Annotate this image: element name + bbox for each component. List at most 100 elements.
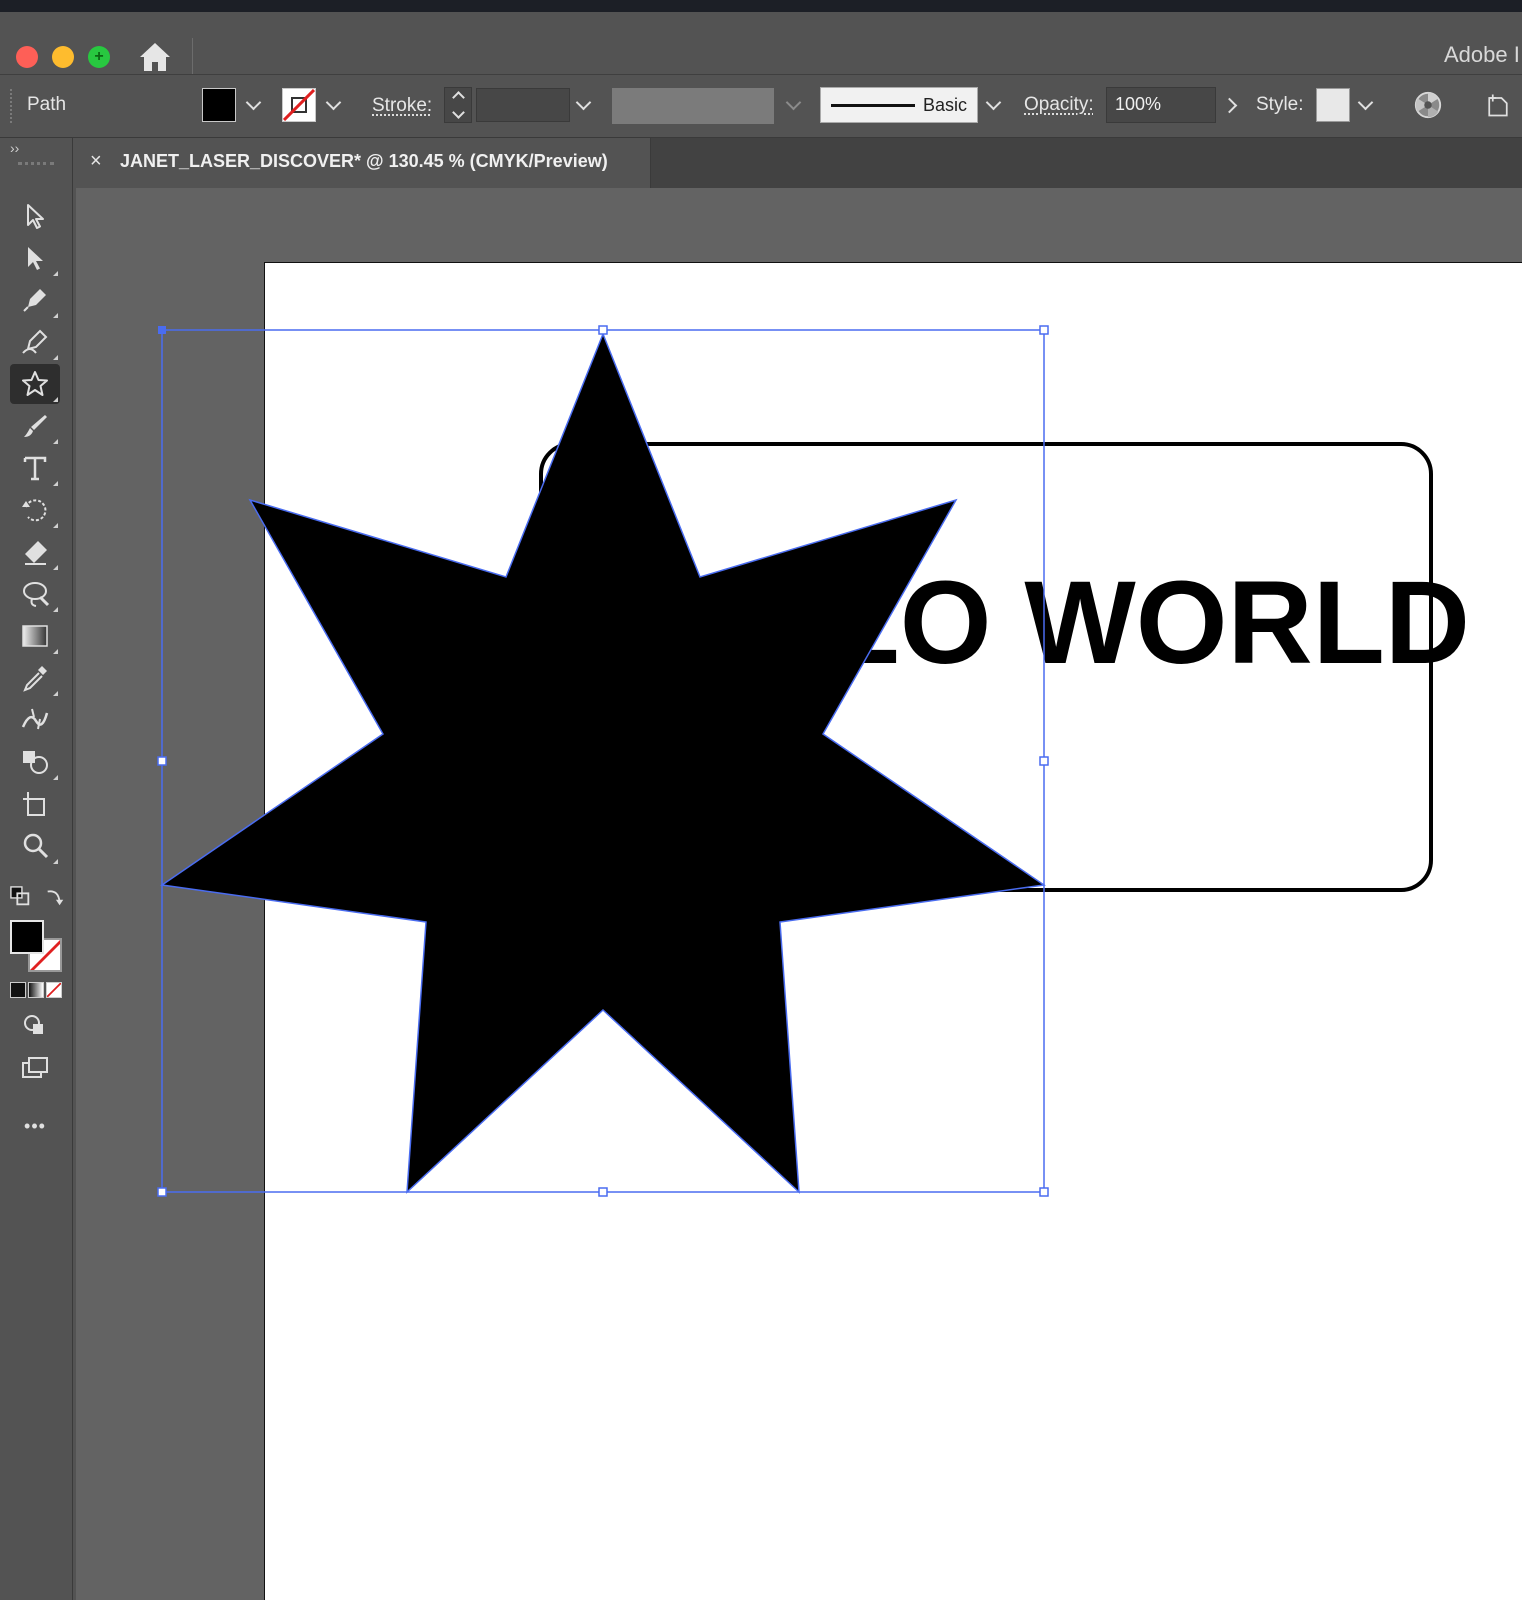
fill-swatch[interactable] (202, 88, 236, 122)
artboard-icon (23, 792, 45, 816)
paintbrush-tool[interactable] (10, 406, 60, 446)
stroke-line-preview (831, 104, 915, 107)
color-mode-buttons (10, 982, 62, 998)
lasso-icon (23, 582, 50, 607)
variable-width-dropdown (780, 87, 806, 123)
curvature-pen-icon (22, 329, 48, 354)
eraser-tool[interactable] (10, 532, 60, 572)
tool-group-indicator (53, 775, 58, 780)
width-tool[interactable] (10, 700, 60, 740)
none-button[interactable] (46, 982, 62, 998)
window-top-strip (0, 0, 1522, 12)
tool-group-indicator (53, 397, 58, 402)
draw-mode-icon (24, 1015, 43, 1034)
home-button[interactable] (136, 38, 174, 76)
swap-arrow-icon (47, 890, 64, 906)
stroke-label[interactable]: Stroke: (372, 95, 432, 117)
chevron-down-icon (785, 94, 801, 111)
chevron-right-icon (1221, 97, 1237, 113)
graphic-style-swatch[interactable] (1316, 88, 1350, 122)
puppet-warp-tool[interactable] (10, 574, 60, 614)
tool-group-indicator (53, 523, 58, 528)
edit-toolbar-button[interactable]: ••• (10, 1106, 60, 1146)
selection-handle[interactable] (158, 326, 166, 334)
document-tab[interactable]: × JANET_LASER_DISCOVER* @ 130.45 % (CMYK… (76, 138, 651, 188)
eyedropper-tool[interactable] (10, 658, 60, 698)
document-setup-button[interactable] (1480, 87, 1516, 123)
default-fill-stroke-button[interactable] (10, 886, 34, 910)
stroke-swatch[interactable] (282, 88, 316, 122)
selection-handle[interactable] (1039, 325, 1049, 335)
title-bar: + Adobe I (0, 12, 1522, 75)
document-icon (1488, 94, 1508, 117)
no-stroke-icon (282, 88, 316, 122)
stroke-weight-dropdown[interactable] (570, 87, 596, 123)
gradient-tool[interactable] (10, 616, 60, 656)
brush-definition-dropdown[interactable] (980, 87, 1006, 123)
tool-group-indicator (53, 649, 58, 654)
chevron-down-icon (575, 94, 591, 111)
opacity-expand-button[interactable] (1218, 87, 1244, 123)
selection-handle[interactable] (598, 1187, 608, 1197)
screen-mode-icon (22, 1057, 48, 1078)
stroke-weight-stepper[interactable] (444, 87, 472, 123)
star-shape[interactable] (159, 331, 1047, 1194)
tool-group-indicator (53, 313, 58, 318)
eraser-icon (25, 541, 47, 565)
color-button[interactable] (10, 982, 26, 998)
none-slash-icon (47, 983, 61, 997)
eyedropper-icon (23, 666, 47, 692)
style-label: Style: (1256, 94, 1304, 115)
close-window-button[interactable] (16, 46, 38, 68)
selection-handle[interactable] (598, 325, 608, 335)
brush-definition-field[interactable]: Basic (820, 87, 978, 123)
selection-handle[interactable] (157, 1187, 167, 1197)
control-bar: Path Stroke: Basic Opacity: 100% Style: (0, 75, 1522, 138)
document-tab-title: JANET_LASER_DISCOVER* @ 130.45 % (CMYK/P… (120, 151, 608, 171)
selection-handle[interactable] (1039, 1187, 1049, 1197)
tools-panel-grip[interactable] (18, 162, 54, 168)
draw-mode-button[interactable] (10, 1006, 60, 1046)
selection-handle[interactable] (1039, 756, 1049, 766)
tool-group-indicator (53, 565, 58, 570)
pen-tool[interactable] (10, 280, 60, 320)
zoom-tool[interactable] (10, 826, 60, 866)
close-tab-icon[interactable]: × (90, 150, 102, 173)
selection-handle[interactable] (157, 756, 167, 766)
stroke-color-dropdown[interactable] (320, 87, 346, 123)
canvas-area[interactable]: HELLO WORLD (76, 188, 1522, 1600)
selection-arrow-icon (27, 204, 44, 229)
gradient-button[interactable] (28, 982, 44, 998)
minimize-window-button[interactable] (52, 46, 74, 68)
shape-builder-tool[interactable] (10, 742, 60, 782)
plus-icon: + (94, 48, 104, 65)
type-tool[interactable] (10, 448, 60, 488)
graphic-style-dropdown[interactable] (1352, 87, 1378, 123)
recolor-artwork-button[interactable] (1410, 87, 1446, 123)
fill-dropdown[interactable] (240, 87, 266, 123)
swap-fill-stroke-button[interactable] (44, 886, 68, 910)
curvature-tool[interactable] (10, 322, 60, 362)
rotate-tool[interactable] (10, 490, 60, 530)
variable-width-profile-field (612, 88, 774, 124)
fill-color-box[interactable] (10, 920, 44, 954)
tool-group-indicator (53, 271, 58, 276)
direct-selection-arrow-icon (28, 247, 43, 270)
rotate-icon (22, 499, 47, 522)
paintbrush-icon (24, 415, 47, 437)
selection-tool[interactable] (10, 196, 60, 236)
screen-mode-button[interactable] (10, 1048, 60, 1088)
app-title: Adobe I (1444, 42, 1520, 67)
tool-group-indicator (53, 859, 58, 864)
expand-panel-icon[interactable]: ›› (10, 140, 19, 156)
shape-builder-icon (23, 751, 48, 774)
artboard-tool[interactable] (10, 784, 60, 824)
direct-selection-tool[interactable] (10, 238, 60, 278)
star-tool[interactable] (10, 364, 60, 404)
chevron-down-icon (985, 94, 1001, 111)
opacity-input[interactable]: 100% (1106, 87, 1216, 123)
control-bar-grip[interactable] (10, 89, 14, 123)
stroke-weight-input[interactable] (476, 88, 570, 122)
maximize-window-button[interactable]: + (88, 46, 110, 68)
opacity-label[interactable]: Opacity: (1024, 94, 1094, 116)
